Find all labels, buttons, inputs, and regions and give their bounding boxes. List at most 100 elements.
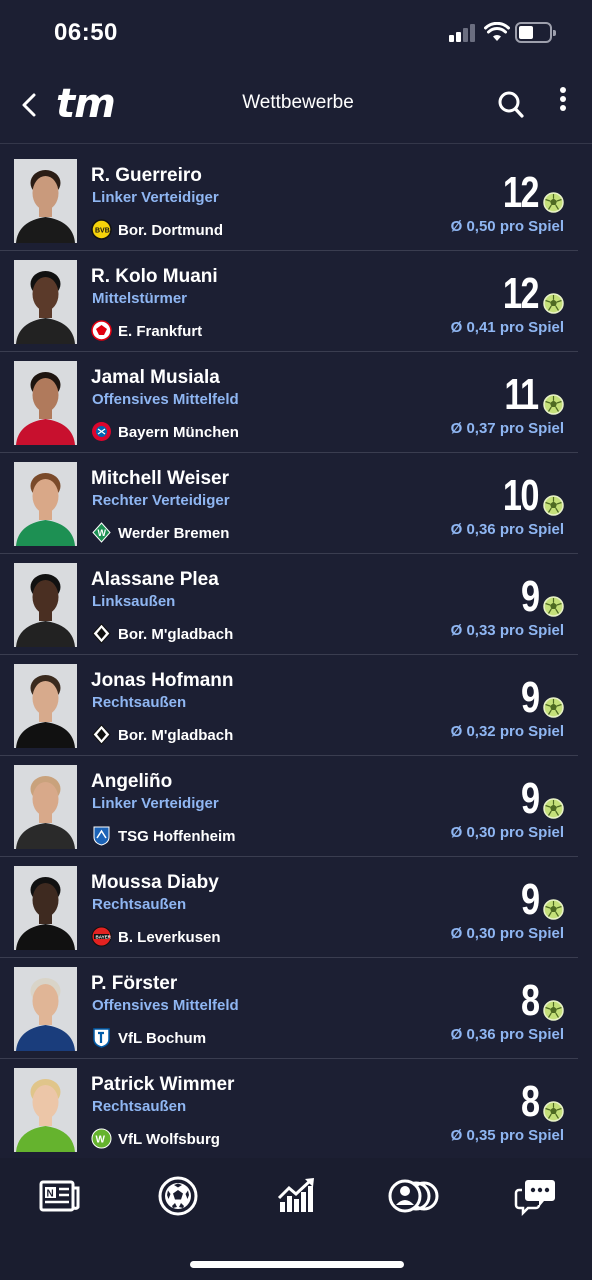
player-photo	[14, 765, 77, 849]
market-chart-icon[interactable]	[274, 1174, 318, 1218]
player-row[interactable]: Jamal Musiala Offensives Mittelfeld Baye…	[0, 352, 578, 453]
player-name[interactable]: R. Guerreiro	[91, 165, 202, 187]
club-name[interactable]: VfL Wolfsburg	[118, 1131, 220, 1148]
player-position: Mittelstürmer	[92, 290, 188, 307]
cellular-signal-icon	[449, 24, 477, 42]
goal-count: 10	[502, 471, 540, 520]
player-name[interactable]: Jonas Hofmann	[91, 670, 234, 692]
chat-icon[interactable]	[514, 1174, 558, 1218]
player-row[interactable]: Alassane Plea Linksaußen Bor. M'gladbach…	[0, 554, 578, 655]
player-position: Rechtsaußen	[92, 1098, 187, 1115]
player-row[interactable]: Moussa Diaby Rechtsaußen BAYER B. Leverk…	[0, 857, 578, 958]
bochum-crest-icon	[93, 1028, 110, 1048]
goals-per-game: Ø 0,36 pro Spiel	[450, 521, 564, 538]
player-photo	[14, 563, 77, 647]
player-name[interactable]: Jamal Musiala	[91, 367, 220, 389]
football-icon[interactable]	[156, 1174, 200, 1218]
player-name[interactable]: P. Förster	[91, 973, 177, 995]
goal-ball-icon	[543, 394, 564, 415]
goal-ball-icon	[543, 192, 564, 213]
goals-per-game: Ø 0,30 pro Spiel	[450, 925, 564, 942]
player-photo	[14, 866, 77, 950]
club-name[interactable]: B. Leverkusen	[118, 929, 221, 946]
svg-text:N: N	[47, 1189, 54, 1200]
player-row[interactable]: Angeliño Linker Verteidiger TSG Hoffenhe…	[0, 756, 578, 857]
goal-ball-icon	[543, 495, 564, 516]
player-photo	[14, 462, 77, 546]
community-icon[interactable]	[388, 1174, 440, 1218]
goal-count: 8	[520, 976, 539, 1025]
more-options-icon[interactable]	[552, 86, 574, 116]
goal-ball-icon	[543, 1000, 564, 1021]
player-row[interactable]: P. Förster Offensives Mittelfeld VfL Boc…	[0, 958, 578, 1059]
player-position: Rechtsaußen	[92, 896, 187, 913]
status-bar: 06:50	[0, 0, 592, 68]
player-name[interactable]: Mitchell Weiser	[91, 468, 229, 490]
goal-count: 12	[502, 269, 540, 318]
player-name[interactable]: Moussa Diaby	[91, 872, 219, 894]
svg-text:BAYER: BAYER	[96, 934, 112, 939]
club-name[interactable]: Bayern München	[118, 424, 239, 441]
player-position: Rechter Verteidiger	[92, 492, 230, 509]
goal-count: 8	[520, 1077, 539, 1126]
player-position: Offensives Mittelfeld	[92, 997, 239, 1014]
player-row[interactable]: R. Kolo Muani Mittelstürmer E. Frankfurt…	[0, 251, 578, 352]
goal-ball-icon	[543, 596, 564, 617]
goal-count: 9	[520, 572, 539, 621]
player-position: Linksaußen	[92, 593, 176, 610]
goal-count: 11	[504, 370, 540, 419]
scorer-list: R. Guerreiro Linker Verteidiger BVB Bor.…	[0, 150, 592, 1160]
player-name[interactable]: Alassane Plea	[91, 569, 219, 591]
club-name[interactable]: TSG Hoffenheim	[118, 828, 236, 845]
bvb-crest-icon: BVB	[91, 219, 112, 240]
goal-count: 12	[502, 168, 540, 217]
hoffenheim-crest-icon	[93, 826, 110, 846]
svg-text:W: W	[96, 1135, 106, 1146]
status-time: 06:50	[54, 19, 118, 46]
bayern-crest-icon	[92, 422, 111, 441]
goal-ball-icon	[543, 899, 564, 920]
player-name[interactable]: Patrick Wimmer	[91, 1074, 234, 1096]
club-name[interactable]: E. Frankfurt	[118, 323, 202, 340]
goal-count: 9	[520, 673, 539, 722]
goal-ball-icon	[543, 798, 564, 819]
player-photo	[14, 361, 77, 445]
club-name[interactable]: Werder Bremen	[118, 525, 229, 542]
club-name[interactable]: Bor. M'gladbach	[118, 727, 233, 744]
svg-text:BVB: BVB	[95, 228, 110, 235]
goal-count: 9	[520, 774, 539, 823]
goal-count: 9	[520, 875, 539, 924]
goals-per-game: Ø 0,30 pro Spiel	[450, 824, 564, 841]
search-icon[interactable]	[496, 88, 526, 120]
eintracht-crest-icon	[91, 320, 112, 341]
bottom-navigation: N	[0, 1158, 592, 1280]
player-position: Linker Verteidiger	[92, 189, 219, 206]
player-row[interactable]: Patrick Wimmer Rechtsaußen W VfL Wolfsbu…	[0, 1059, 578, 1160]
club-name[interactable]: Bor. M'gladbach	[118, 626, 233, 643]
player-position: Offensives Mittelfeld	[92, 391, 239, 408]
player-photo	[14, 664, 77, 748]
wolfsburg-crest-icon: W	[91, 1128, 112, 1149]
leverkusen-crest-icon: BAYER	[91, 926, 112, 947]
app-header: tm Wettbewerbe	[0, 68, 592, 144]
goal-ball-icon	[543, 1101, 564, 1122]
goals-per-game: Ø 0,35 pro Spiel	[450, 1127, 564, 1144]
player-photo	[14, 260, 77, 344]
player-name[interactable]: R. Kolo Muani	[91, 266, 218, 288]
gladbach-crest-icon	[92, 623, 111, 644]
goal-ball-icon	[543, 293, 564, 314]
club-name[interactable]: Bor. Dortmund	[118, 222, 223, 239]
home-indicator[interactable]	[190, 1261, 404, 1268]
battery-icon	[515, 22, 556, 43]
svg-text:W: W	[98, 528, 107, 538]
player-row[interactable]: Mitchell Weiser Rechter Verteidiger W We…	[0, 453, 578, 554]
player-row[interactable]: R. Guerreiro Linker Verteidiger BVB Bor.…	[0, 150, 578, 251]
club-name[interactable]: VfL Bochum	[118, 1030, 206, 1047]
werder-crest-icon: W	[92, 522, 111, 543]
wifi-icon	[484, 22, 510, 41]
player-row[interactable]: Jonas Hofmann Rechtsaußen Bor. M'gladbac…	[0, 655, 578, 756]
news-icon[interactable]: N	[38, 1174, 82, 1218]
goals-per-game: Ø 0,37 pro Spiel	[450, 420, 564, 437]
player-name[interactable]: Angeliño	[91, 771, 172, 793]
goals-per-game: Ø 0,41 pro Spiel	[450, 319, 564, 336]
